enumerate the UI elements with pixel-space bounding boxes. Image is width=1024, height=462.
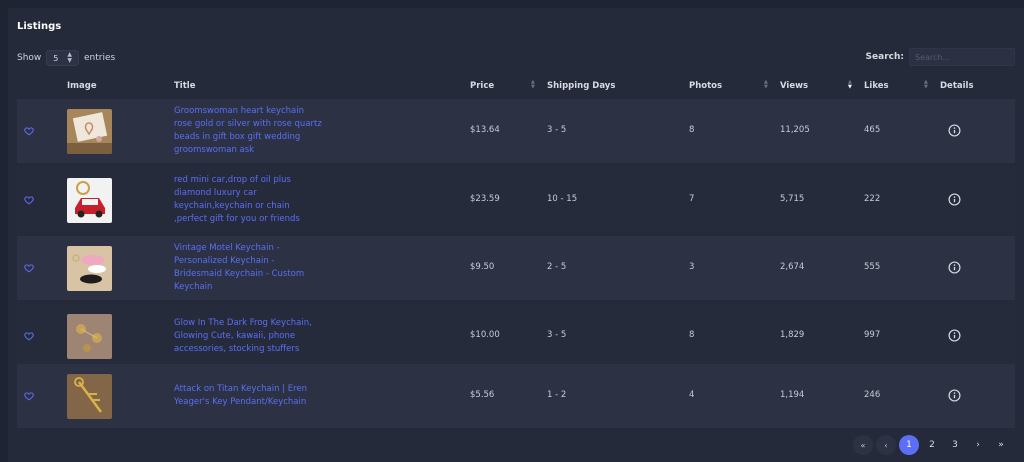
panel-title: Listings: [17, 21, 62, 32]
page-button-3[interactable]: 3: [945, 435, 965, 455]
info-icon[interactable]: [948, 389, 961, 402]
product-thumbnail[interactable]: [67, 374, 112, 419]
first-page-button[interactable]: «: [853, 435, 873, 455]
sort-likes-icon[interactable]: ▲ ▼: [924, 80, 928, 90]
cell-shipping-days: 3 - 5: [547, 330, 567, 340]
column-image: Image: [67, 81, 97, 91]
column-photos[interactable]: Photos: [689, 81, 722, 91]
cell-views: 2,674: [780, 262, 805, 272]
page-button-2[interactable]: 2: [922, 435, 942, 455]
listing-title-link[interactable]: Vintage Motel Keychain - Personalized Ke…: [174, 242, 334, 294]
cell-photos: 8: [689, 125, 695, 135]
cell-views: 11,205: [780, 125, 810, 135]
cell-price: $5.56: [470, 390, 495, 400]
heart-icon[interactable]: [24, 263, 34, 273]
entries-suffix: entries: [84, 53, 116, 63]
cell-photos: 8: [689, 330, 695, 340]
next-page-button[interactable]: ›: [968, 435, 988, 455]
column-shipping-days[interactable]: Shipping Days: [547, 81, 615, 91]
cell-views: 1,194: [780, 390, 805, 400]
cell-likes: 222: [864, 194, 881, 204]
table-row: red mini car,drop of oil plus diamond lu…: [17, 168, 1015, 232]
info-icon[interactable]: [948, 193, 961, 206]
cell-shipping-days: 1 - 2: [547, 390, 567, 400]
cell-views: 5,715: [780, 194, 805, 204]
product-thumbnail[interactable]: [67, 246, 112, 291]
column-views[interactable]: Views: [780, 81, 808, 91]
page-button-1[interactable]: 1: [899, 435, 919, 455]
listing-title-link[interactable]: red mini car,drop of oil plus diamond lu…: [174, 174, 334, 226]
product-thumbnail[interactable]: [67, 314, 112, 359]
search-control: Search:: [866, 48, 1015, 66]
cell-shipping-days: 3 - 5: [547, 125, 567, 135]
table-row: Groomswoman heart keychain rose gold or …: [17, 99, 1015, 163]
search-label: Search:: [865, 52, 904, 62]
cell-photos: 3: [689, 262, 695, 272]
select-caret-icon: ▲ ▼: [67, 51, 73, 64]
cell-price: $10.00: [470, 330, 500, 340]
pagination: « ‹ 1 2 3 › »: [853, 435, 1011, 455]
cell-shipping-days: 2 - 5: [547, 262, 567, 272]
info-icon[interactable]: [948, 124, 961, 137]
last-page-button[interactable]: »: [991, 435, 1011, 455]
table-row: Glow In The Dark Frog Keychain, Glowing …: [17, 304, 1015, 368]
cell-views: 1,829: [780, 330, 805, 340]
show-label: Show: [17, 53, 42, 63]
info-icon[interactable]: [948, 261, 961, 274]
column-title[interactable]: Title: [174, 81, 195, 91]
product-thumbnail[interactable]: [67, 109, 112, 154]
cell-likes: 997: [864, 330, 881, 340]
listing-title-link[interactable]: Attack on Titan Keychain | Eren Yeager's…: [174, 383, 334, 409]
cell-likes: 555: [864, 262, 881, 272]
heart-icon[interactable]: [24, 195, 34, 205]
column-details: Details: [940, 81, 974, 91]
listing-title-link[interactable]: Groomswoman heart keychain rose gold or …: [174, 105, 334, 157]
heart-icon[interactable]: [24, 391, 34, 401]
sort-photos-icon[interactable]: ▲ ▼: [764, 80, 768, 90]
column-likes[interactable]: Likes: [864, 81, 889, 91]
column-price[interactable]: Price: [470, 81, 494, 91]
sort-views-icon[interactable]: ▲ ▼: [848, 80, 852, 90]
cell-photos: 4: [689, 390, 695, 400]
search-input[interactable]: [909, 48, 1015, 66]
heart-icon[interactable]: [24, 331, 34, 341]
entries-select[interactable]: 5 ▲ ▼: [46, 50, 80, 66]
entries-control: Show 5 ▲ ▼ entries: [17, 50, 116, 66]
listing-title-link[interactable]: Glow In The Dark Frog Keychain, Glowing …: [174, 317, 334, 356]
table-header: Image Title Price ▲ ▼ Shipping Days Photo…: [17, 76, 1015, 99]
sort-price-icon[interactable]: ▲ ▼: [531, 80, 535, 90]
cell-price: $13.64: [470, 125, 500, 135]
info-icon[interactable]: [948, 329, 961, 342]
cell-shipping-days: 10 - 15: [547, 194, 578, 204]
table-row: Vintage Motel Keychain - Personalized Ke…: [17, 236, 1015, 300]
heart-icon[interactable]: [24, 126, 34, 136]
product-thumbnail[interactable]: [67, 178, 112, 223]
cell-price: $23.59: [470, 194, 500, 204]
table-row: Attack on Titan Keychain | Eren Yeager's…: [17, 364, 1015, 428]
prev-page-button[interactable]: ‹: [876, 435, 896, 455]
cell-price: $9.50: [470, 262, 495, 272]
cell-likes: 465: [864, 125, 881, 135]
entries-value: 5: [53, 53, 59, 63]
cell-likes: 246: [864, 390, 881, 400]
listings-panel: Listings Show 5 ▲▼ entries Search: Image…: [8, 8, 1024, 462]
cell-photos: 7: [689, 194, 695, 204]
